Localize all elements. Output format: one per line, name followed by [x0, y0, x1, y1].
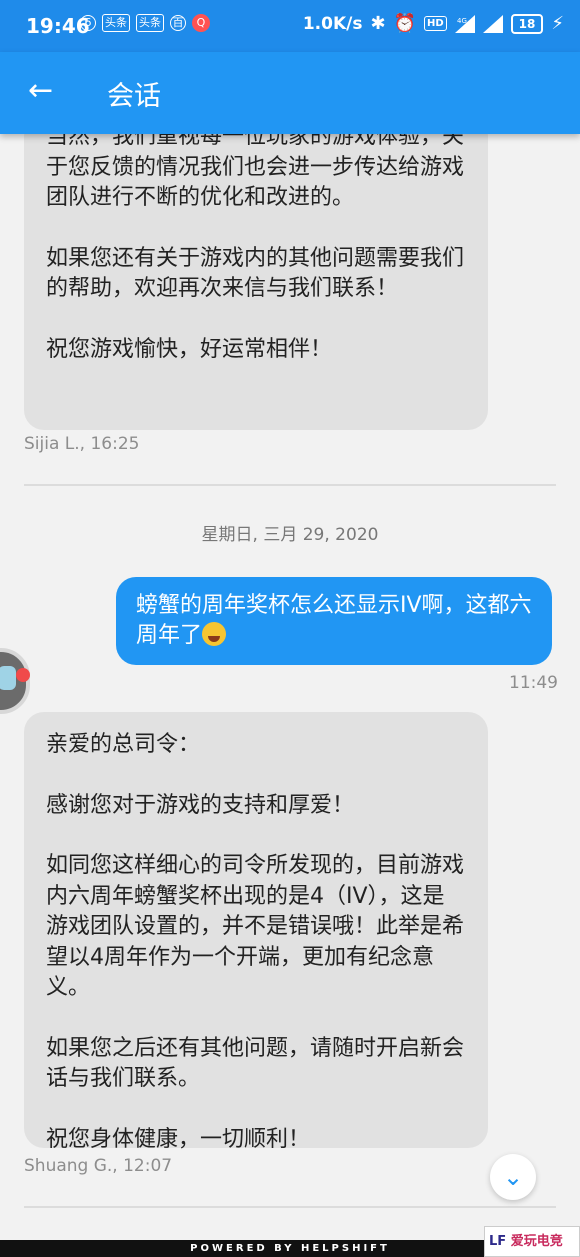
notification-badge-2: 头条 [102, 14, 130, 32]
laughing-emoji-icon [202, 622, 227, 646]
svg-text:4G: 4G [457, 17, 467, 25]
message-time: 11:49 [509, 673, 558, 693]
incoming-message-bubble[interactable]: 亲爱的总司令： 感谢您对于游戏的支持和厚爱！ 如同您这样细心的司令所发现的，目前… [24, 712, 488, 1152]
notification-badge-4: 百 [170, 15, 186, 31]
incoming-message-bubble[interactable]: 当然，我们重视每一位玩家的游戏体验，关于您反馈的情况我们也会进一步传达给游戏团队… [24, 116, 488, 430]
net-speed: 1.0K/s [302, 13, 363, 34]
message-paragraph: 如果您之后还有其他问题，请随时开启新会话与我们联系。 [46, 1035, 465, 1092]
battery-icon: 18 [510, 13, 544, 34]
charging-icon: ⚡ [551, 13, 564, 34]
message-paragraph: 如果您还有关于游戏内的其他问题需要我们的帮助，欢迎再次来信与我们联系！ [46, 245, 465, 302]
bluetooth-icon: ✱ [370, 13, 386, 34]
message-paragraph: 感谢您对于游戏的支持和厚爱！ [46, 792, 355, 818]
arrow-left-icon[interactable]: ← [28, 76, 56, 106]
watermark-logo-mark: LF [489, 1234, 507, 1249]
chevron-down-icon: ⌄ [502, 1163, 524, 1191]
message-paragraph: 祝您身体健康，一切顺利！ [46, 1126, 311, 1152]
status-bar: 19:46 6 头条 头条 百 Q 1.0K/s ✱ ⏰ HD 4G 18 ⚡ [0, 0, 580, 52]
app-bar: ← 会话 [0, 52, 580, 134]
scroll-down-button[interactable]: ⌄ [490, 1154, 536, 1200]
message-paragraph: 祝您游戏愉快，好运常相伴！ [46, 336, 333, 362]
page-title: 会话 [107, 81, 161, 112]
notification-badge-1: 6 [80, 15, 96, 31]
message-meta: Sijia L., 16:25 [24, 434, 140, 454]
message-paragraph: 如同您这样细心的司令所发现的，目前游戏内六周年螃蟹奖杯出现的是4（IV），这是游… [46, 853, 465, 1000]
hd-icon: HD [423, 16, 447, 31]
divider [24, 1206, 556, 1208]
divider [24, 484, 556, 486]
notification-badge-5: Q [192, 14, 210, 32]
signal-4g-icon: 4G [454, 14, 475, 33]
notification-dot [16, 668, 30, 682]
alarm-icon: ⏰ [393, 13, 416, 34]
notification-badge-3: 头条 [136, 14, 164, 32]
message-meta: Shuang G., 12:07 [24, 1156, 173, 1176]
watermark-logo: LF 爱玩电竞 [484, 1226, 580, 1257]
outgoing-message-bubble[interactable]: 螃蟹的周年奖杯怎么还显示IV啊，这都六周年了 [116, 577, 552, 665]
message-paragraph: 当然，我们重视每一位玩家的游戏体验，关于您反馈的情况我们也会进一步传达给游戏团队… [46, 124, 465, 210]
notification-icons: 6 头条 头条 百 Q [80, 14, 210, 32]
message-paragraph: 亲爱的总司令： [46, 732, 201, 757]
robot-icon [0, 666, 16, 690]
watermark-text: 爱玩电竞 [510, 1234, 563, 1249]
signal-icon [482, 14, 503, 33]
date-separator: 星期日, 三月 29, 2020 [201, 525, 379, 545]
status-right-icons: 1.0K/s ✱ ⏰ HD 4G 18 ⚡ [303, 13, 564, 34]
message-text: 螃蟹的周年奖杯怎么还显示IV啊，这都六周年了 [136, 593, 532, 648]
